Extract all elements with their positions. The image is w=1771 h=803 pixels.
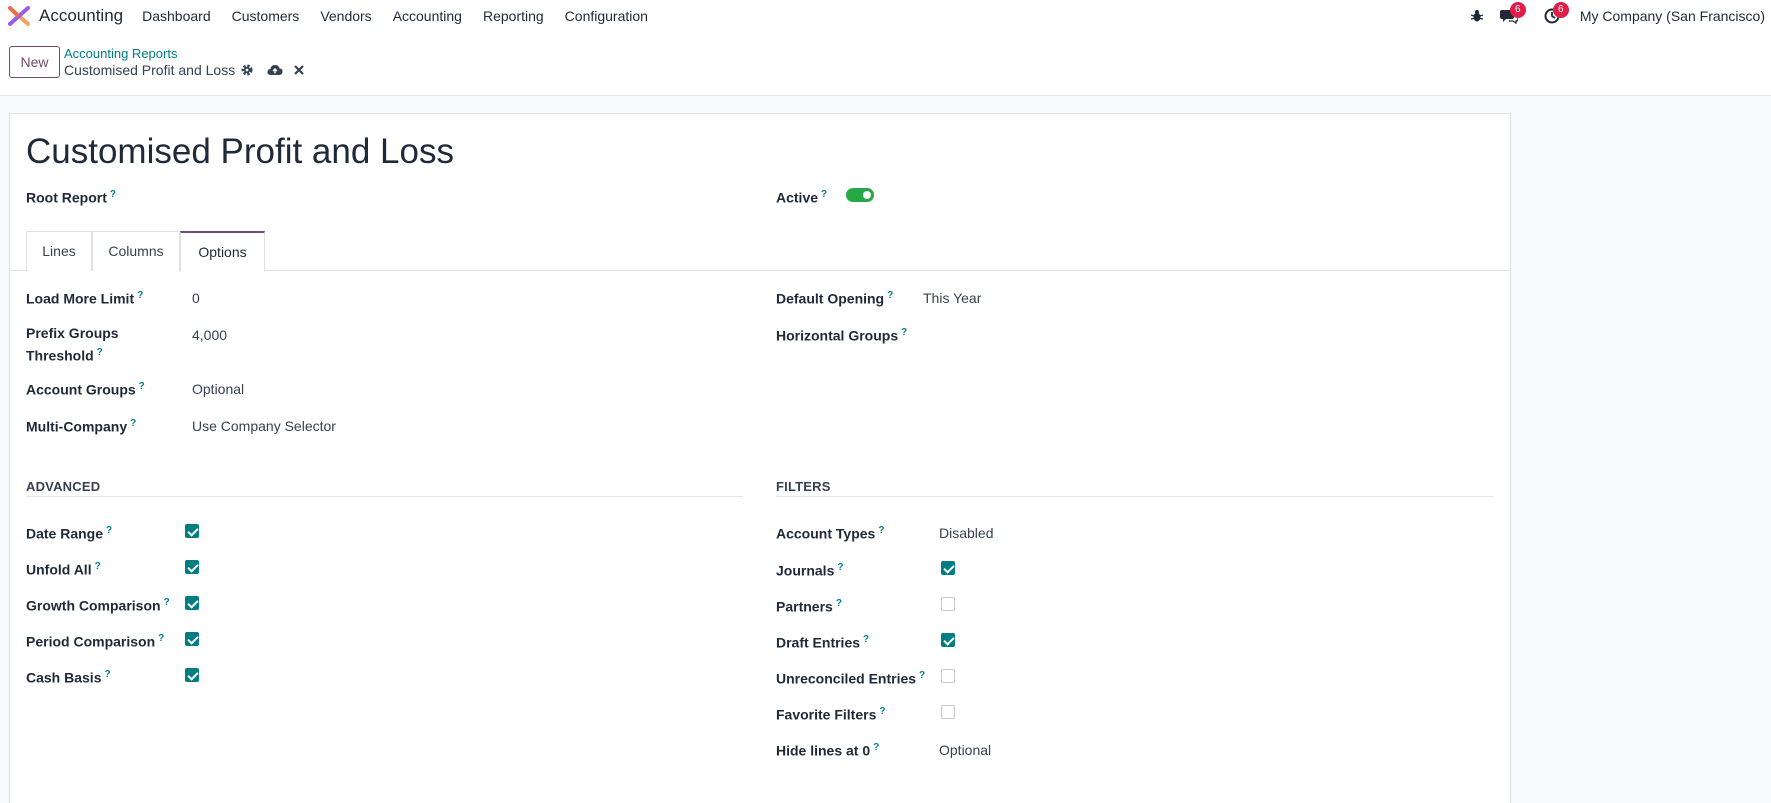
date-range-label: Date Range? — [26, 525, 113, 542]
growth-comparison-label: Growth Comparison? — [26, 597, 170, 614]
app-logo-icon — [8, 5, 30, 26]
cash-basis-checkbox[interactable] — [185, 668, 199, 682]
cash-basis-label: Cash Basis? — [26, 669, 111, 686]
help-icon[interactable]: ? — [919, 670, 925, 681]
activities-badge: 6 — [1552, 1, 1569, 18]
menu-configuration[interactable]: Configuration — [565, 8, 648, 24]
breadcrumb-current: Customised Profit and Loss — [64, 62, 236, 78]
advanced-divider — [26, 496, 743, 497]
cloud-upload-icon[interactable] — [267, 62, 283, 78]
help-icon[interactable]: ? — [887, 290, 893, 301]
help-icon[interactable]: ? — [878, 525, 884, 536]
menu-vendors[interactable]: Vendors — [320, 8, 371, 24]
breadcrumb: Customised Profit and Loss — [64, 62, 307, 78]
favorite-filters-label: Favorite Filters? — [776, 706, 886, 723]
load-more-limit-value[interactable]: 0 — [192, 288, 200, 308]
load-more-limit-label: Load More Limit? — [26, 290, 144, 307]
journals-checkbox[interactable] — [941, 561, 955, 575]
help-icon[interactable]: ? — [130, 418, 136, 429]
advanced-section-title: ADVANCED — [26, 479, 101, 494]
partners-label: Partners? — [776, 598, 842, 615]
help-icon[interactable]: ? — [836, 598, 842, 609]
control-panel: New Accounting Reports Customised Profit… — [0, 31, 1771, 96]
root-report-label: Root Report? — [26, 189, 116, 206]
close-icon[interactable] — [291, 62, 307, 78]
period-comparison-label: Period Comparison? — [26, 633, 165, 650]
gear-icon[interactable] — [239, 62, 255, 78]
account-groups-label: Account Groups? — [26, 381, 145, 398]
top-navbar: Accounting Dashboard Customers Vendors A… — [0, 0, 1771, 31]
notebook-tabs: Lines Columns Options — [10, 231, 1510, 272]
unreconciled-entries-checkbox[interactable] — [941, 669, 955, 683]
default-opening-value[interactable]: This Year — [923, 288, 981, 308]
breadcrumb-parent[interactable]: Accounting Reports — [64, 46, 177, 61]
default-opening-label: Default Opening? — [776, 290, 894, 307]
account-types-value[interactable]: Disabled — [939, 523, 993, 543]
help-icon[interactable]: ? — [863, 634, 869, 645]
draft-entries-checkbox[interactable] — [941, 633, 955, 647]
prefix-groups-threshold-value[interactable]: 4,000 — [192, 325, 227, 345]
account-types-label: Account Types? — [776, 525, 885, 542]
unfold-all-checkbox[interactable] — [185, 560, 199, 574]
help-icon[interactable]: ? — [106, 525, 112, 536]
help-icon[interactable]: ? — [901, 327, 907, 338]
horizontal-groups-value[interactable] — [923, 325, 1223, 345]
tab-options[interactable]: Options — [180, 231, 265, 272]
main-menu: Dashboard Customers Vendors Accounting R… — [142, 8, 669, 24]
menu-customers[interactable]: Customers — [232, 8, 300, 24]
help-icon[interactable]: ? — [110, 189, 116, 200]
hide-lines-label: Hide lines at 0? — [776, 742, 880, 759]
partners-checkbox[interactable] — [941, 597, 955, 611]
menu-dashboard[interactable]: Dashboard — [142, 8, 211, 24]
help-icon[interactable]: ? — [158, 633, 164, 644]
growth-comparison-checkbox[interactable] — [185, 596, 199, 610]
help-icon[interactable]: ? — [837, 562, 843, 573]
page-title[interactable]: Customised Profit and Loss — [26, 132, 454, 172]
unreconciled-entries-label: Unreconciled Entries? — [776, 670, 926, 687]
multi-company-label: Multi-Company? — [26, 418, 137, 435]
prefix-groups-threshold-label: Prefix Groups Threshold? — [26, 325, 119, 364]
unfold-all-label: Unfold All? — [26, 561, 101, 578]
filters-section-title: FILTERS — [776, 479, 831, 494]
menu-accounting[interactable]: Accounting — [393, 8, 462, 24]
app-name[interactable]: Accounting — [39, 6, 123, 26]
tab-columns[interactable]: Columns — [92, 231, 180, 271]
form-sheet: Customised Profit and Loss Root Report? … — [9, 113, 1511, 803]
help-icon[interactable]: ? — [821, 189, 827, 200]
clock-icon[interactable]: 6 — [1541, 1, 1569, 27]
hide-lines-value[interactable]: Optional — [939, 740, 991, 760]
app-brand[interactable]: Accounting — [8, 5, 123, 26]
active-toggle[interactable] — [846, 188, 874, 202]
account-groups-value[interactable]: Optional — [192, 379, 244, 399]
period-comparison-checkbox[interactable] — [185, 632, 199, 646]
journals-label: Journals? — [776, 562, 844, 579]
help-icon[interactable]: ? — [164, 597, 170, 608]
help-icon[interactable]: ? — [139, 381, 145, 392]
help-icon[interactable]: ? — [97, 347, 103, 358]
help-icon[interactable]: ? — [137, 290, 143, 301]
systray: 6 6 My Company (San Francisco) — [1466, 0, 1771, 31]
filters-divider — [776, 496, 1494, 497]
menu-reporting[interactable]: Reporting — [483, 8, 544, 24]
active-label: Active? — [776, 189, 828, 206]
new-button[interactable]: New — [9, 46, 60, 78]
draft-entries-label: Draft Entries? — [776, 634, 870, 651]
help-icon[interactable]: ? — [95, 561, 101, 572]
tab-lines[interactable]: Lines — [26, 231, 92, 271]
company-switcher[interactable]: My Company (San Francisco) — [1580, 8, 1765, 24]
favorite-filters-checkbox[interactable] — [941, 705, 955, 719]
date-range-checkbox[interactable] — [185, 524, 199, 538]
messages-badge: 6 — [1509, 1, 1526, 18]
horizontal-groups-label: Horizontal Groups? — [776, 327, 908, 344]
chat-icon[interactable]: 6 — [1498, 1, 1526, 27]
help-icon[interactable]: ? — [104, 669, 110, 680]
help-icon[interactable]: ? — [879, 706, 885, 717]
multi-company-value[interactable]: Use Company Selector — [192, 416, 336, 436]
bug-icon[interactable] — [1466, 5, 1488, 27]
help-icon[interactable]: ? — [873, 742, 879, 753]
